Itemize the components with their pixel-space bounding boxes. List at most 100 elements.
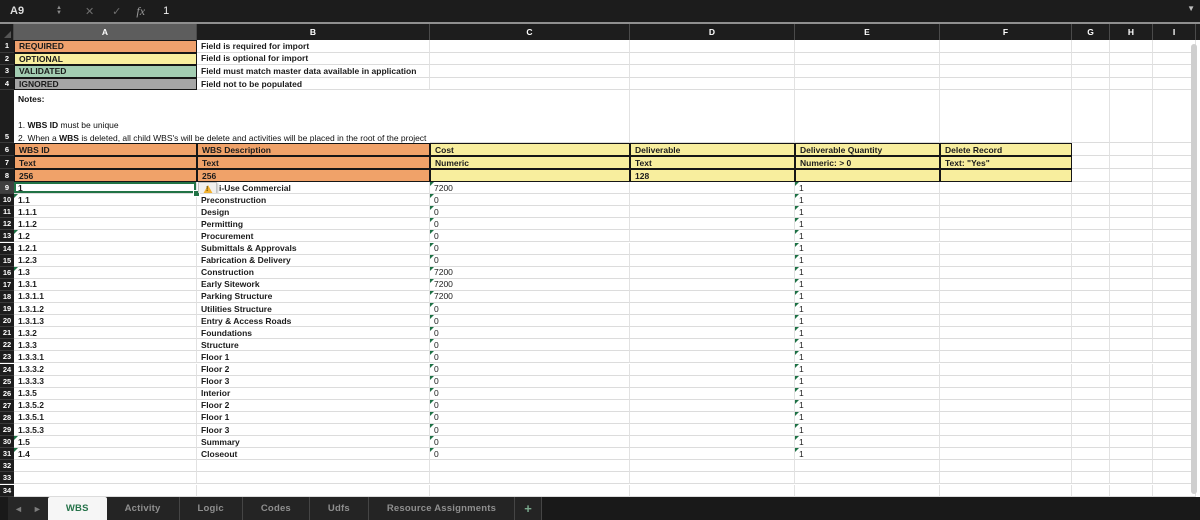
row-header-20[interactable]: 20: [0, 315, 14, 328]
cell-B33[interactable]: [197, 472, 430, 485]
cell-C25[interactable]: 0: [430, 375, 630, 388]
cell-G2[interactable]: [1072, 52, 1110, 66]
cell-B30[interactable]: Summary: [197, 436, 430, 449]
cell-E20[interactable]: 1: [795, 315, 940, 328]
cell-A26[interactable]: 1.3.5: [14, 387, 197, 400]
cell-G19[interactable]: [1072, 303, 1110, 316]
cell-H3[interactable]: [1110, 65, 1153, 78]
cell-E23[interactable]: 1: [795, 351, 940, 364]
cell-F33[interactable]: [940, 472, 1072, 485]
cell-E34[interactable]: [795, 484, 940, 497]
cell-B19[interactable]: Utilities Structure: [197, 303, 430, 316]
cell-A12[interactable]: 1.1.2: [14, 218, 197, 231]
cell-C10[interactable]: 0: [430, 194, 630, 207]
name-box-spinner[interactable]: ▲ ▼: [56, 5, 62, 16]
cell-B28[interactable]: Floor 1: [197, 411, 430, 424]
cell-H8[interactable]: [1110, 169, 1153, 182]
cell-I15[interactable]: [1153, 254, 1196, 267]
cell-I23[interactable]: [1153, 351, 1196, 364]
cell-C15[interactable]: 0: [430, 254, 630, 267]
cell-H5[interactable]: [1110, 90, 1153, 143]
cell-D11[interactable]: [630, 206, 795, 219]
cell-G6[interactable]: [1072, 143, 1110, 156]
cell-A30[interactable]: 1.5: [14, 436, 197, 449]
cell-I6[interactable]: [1153, 143, 1196, 156]
cell-A20[interactable]: 1.3.1.3: [14, 315, 197, 328]
cell-B20[interactable]: Entry & Access Roads: [197, 315, 430, 328]
cell-D16[interactable]: [630, 266, 795, 279]
cell-E4[interactable]: [795, 77, 940, 91]
column-header-F[interactable]: F: [940, 24, 1072, 40]
cell-D5[interactable]: [630, 90, 795, 143]
cell-F2[interactable]: [940, 52, 1072, 66]
cell-C20[interactable]: 0: [430, 315, 630, 328]
cell-A22[interactable]: 1.3.3: [14, 339, 197, 352]
add-sheet-button[interactable]: +: [515, 497, 543, 520]
cell-F31[interactable]: [940, 448, 1072, 461]
cell-F15[interactable]: [940, 254, 1072, 267]
cell-A21[interactable]: 1.3.2: [14, 327, 197, 340]
row-header-22[interactable]: 22: [0, 339, 14, 352]
cell-I16[interactable]: [1153, 266, 1196, 279]
cell-H13[interactable]: [1110, 230, 1153, 243]
cell-I14[interactable]: [1153, 242, 1196, 255]
row-header-28[interactable]: 28: [0, 411, 14, 424]
cell-H9[interactable]: [1110, 182, 1153, 195]
cell-A2[interactable]: OPTIONAL: [14, 52, 197, 66]
row-header-25[interactable]: 25: [0, 375, 14, 388]
cell-E22[interactable]: 1: [795, 339, 940, 352]
row-header-9[interactable]: 9: [0, 182, 14, 195]
cell-H29[interactable]: [1110, 424, 1153, 437]
cell-H33[interactable]: [1110, 472, 1153, 485]
cell-C16[interactable]: 7200: [430, 266, 630, 279]
cell-H26[interactable]: [1110, 387, 1153, 400]
cell-B26[interactable]: Interior: [197, 387, 430, 400]
cell-name-box[interactable]: A9: [0, 5, 56, 17]
cell-I11[interactable]: [1153, 206, 1196, 219]
cell-D21[interactable]: [630, 327, 795, 340]
cell-F17[interactable]: [940, 278, 1072, 291]
cancel-icon[interactable]: ✕: [85, 5, 94, 18]
cell-A6[interactable]: WBS ID: [14, 143, 197, 156]
cell-B10[interactable]: Preconstruction: [197, 194, 430, 207]
cell-H12[interactable]: [1110, 218, 1153, 231]
warning-popup[interactable]: [198, 182, 217, 194]
cell-C2[interactable]: [430, 52, 630, 66]
cell-C3[interactable]: [430, 65, 630, 78]
cell-I2[interactable]: [1153, 52, 1196, 66]
cell-C18[interactable]: 7200: [430, 290, 630, 303]
row-header-23[interactable]: 23: [0, 351, 14, 364]
cell-G10[interactable]: [1072, 194, 1110, 207]
row-header-10[interactable]: 10: [0, 194, 14, 207]
row-header-29[interactable]: 29: [0, 424, 14, 437]
cell-E1[interactable]: [795, 40, 940, 53]
cell-A14[interactable]: 1.2.1: [14, 242, 197, 255]
cell-I24[interactable]: [1153, 363, 1196, 376]
row-header-1[interactable]: 1: [0, 40, 14, 53]
cell-E18[interactable]: 1: [795, 290, 940, 303]
cell-D23[interactable]: [630, 351, 795, 364]
cell-D25[interactable]: [630, 375, 795, 388]
cell-E6[interactable]: Deliverable Quantity: [795, 143, 940, 156]
cell-D27[interactable]: [630, 399, 795, 412]
cell-D2[interactable]: [630, 52, 795, 66]
cell-E3[interactable]: [795, 65, 940, 78]
cell-C17[interactable]: 7200: [430, 278, 630, 291]
cell-D30[interactable]: [630, 436, 795, 449]
cell-F4[interactable]: [940, 77, 1072, 91]
cell-A19[interactable]: 1.3.1.2: [14, 303, 197, 316]
cell-I3[interactable]: [1153, 65, 1196, 78]
cell-G30[interactable]: [1072, 436, 1110, 449]
cell-F10[interactable]: [940, 194, 1072, 207]
cell-F6[interactable]: Delete Record: [940, 143, 1072, 156]
row-header-26[interactable]: 26: [0, 387, 14, 400]
cell-A15[interactable]: 1.2.3: [14, 254, 197, 267]
cell-B3[interactable]: Field must match master data available i…: [197, 65, 430, 78]
cell-B2[interactable]: Field is optional for import: [197, 52, 430, 66]
cell-G7[interactable]: [1072, 156, 1110, 169]
vertical-scrollbar[interactable]: [1191, 44, 1197, 494]
cell-I20[interactable]: [1153, 315, 1196, 328]
cell-notes[interactable]: Notes: 1. WBS ID must be unique 2. When a …: [18, 93, 618, 145]
cell-D12[interactable]: [630, 218, 795, 231]
cell-E2[interactable]: [795, 52, 940, 66]
